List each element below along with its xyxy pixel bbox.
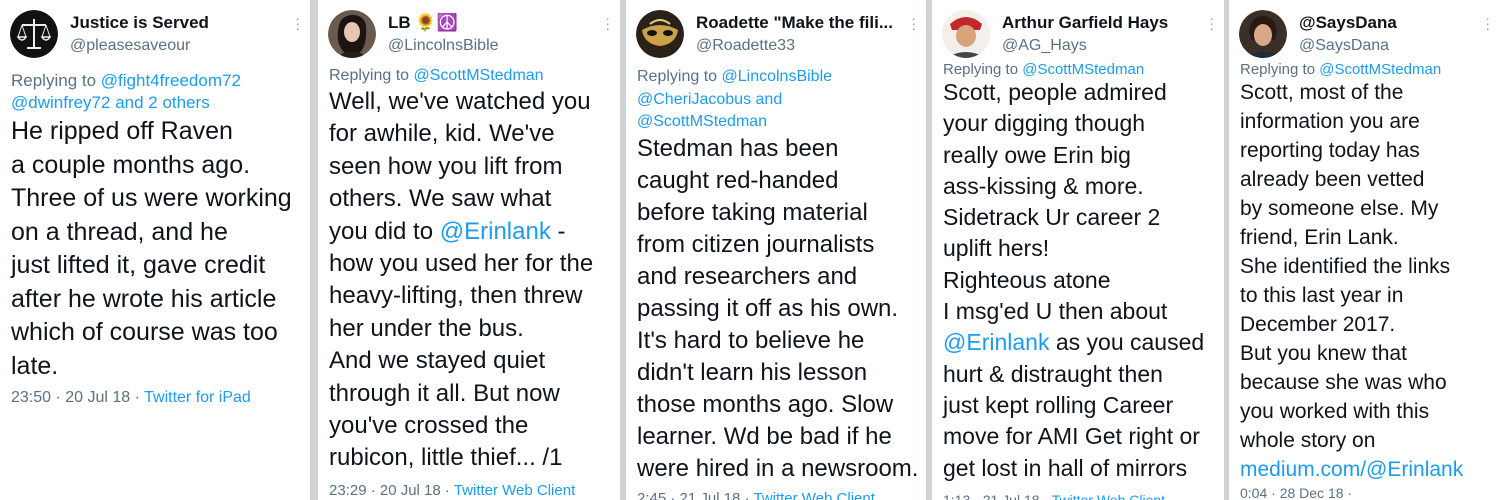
mention-link[interactable]: @Erinlank [943,329,1049,355]
tweet-card-arthur-garfield-hays: Arthur Garfield Hays @AG_Hays · · · Replyi… [932,0,1224,500]
replying-prefix: Replying to [1240,61,1320,78]
tweet-meta: 2:45 · 21 Jul 18 · Twitter Web Client [637,490,920,500]
scales-of-justice-icon [10,10,58,58]
user-handle[interactable]: @AG_Hays [1002,37,1194,55]
profile-photo-icon [328,10,376,58]
source-link[interactable]: Twitter Web Client [1052,492,1165,500]
timestamp[interactable]: 2:45 · 21 Jul 18 · [637,490,753,500]
avatar[interactable] [328,10,376,58]
display-name[interactable]: Roadette "Make the fili... [696,13,896,33]
tweet-text-part: Scott, most of the information you are r… [1240,81,1451,452]
tweet-text: He ripped off Raven a couple months ago.… [11,117,292,380]
tweet-card-roadette: Roadette "Make the fili... @Roadette33 ·… [626,0,926,500]
tweet-meta: 1:13 · 21 Jul 18 · Twitter Web Client [943,492,1218,500]
replying-mentions[interactable]: @ScottMStedman [1319,61,1441,78]
tweet-text: Well, we've watched you for awhile, kid.… [329,86,614,475]
tweet-meta: 23:50 · 20 Jul 18 · Twitter for iPad [11,389,304,407]
avatar[interactable] [942,10,990,58]
source-link[interactable]: Twitter Web Client [753,490,874,500]
more-options-icon[interactable]: · · · [1485,11,1490,35]
replying-prefix: Replying to [943,61,1023,78]
display-name[interactable]: Justice is Served [70,13,280,33]
replying-to: Replying to @fight4freedom72 @dwinfrey72… [11,70,302,114]
timestamp[interactable]: 23:29 · 20 Jul 18 · [329,482,454,499]
tweet-card-justice-is-served: Justice is Served @pleasesaveour · · · Rep… [0,0,310,500]
avatar[interactable] [636,10,684,58]
tweet-text: Scott, most of the information you are r… [1240,78,1494,484]
masquerade-mask-icon [636,10,684,58]
display-name[interactable]: @SaysDana [1299,13,1470,33]
user-handle[interactable]: @Roadette33 [696,37,896,55]
tweet-text: Stedman has been caught red-handed befor… [637,135,919,482]
profile-photo-icon [942,10,990,58]
user-handle[interactable]: @SaysDana [1299,37,1470,55]
user-handle[interactable]: @pleasesaveour [70,37,280,55]
tweet-meta: 23:29 · 20 Jul 18 · Twitter Web Client [329,482,614,499]
tweet-header: Roadette "Make the fili... @Roadette33 ·… [636,10,916,64]
replying-to: Replying to @ScottMStedman [329,66,612,87]
replying-to: Replying to @LincolnsBible @CheriJacobus… [637,66,918,134]
tweet-header: Justice is Served @pleasesaveour · · · [10,10,300,64]
tweet-text-part: Scott, people admired your digging thoug… [943,79,1168,325]
tweet-header: @SaysDana @SaysDana · · · [1239,10,1490,64]
more-options-icon[interactable]: · · · [605,11,610,35]
tweet-meta: 0:04 · 28 Dec 18 · [1240,485,1494,500]
replying-prefix: Replying to [329,67,414,84]
replying-mentions[interactable]: @ScottMStedman [1022,61,1144,78]
mention-link[interactable]: @Erinlank [440,218,551,245]
more-options-icon[interactable]: · · · [911,11,916,35]
timestamp[interactable]: 0:04 · 28 Dec 18 · [1240,485,1352,500]
replying-to: Replying to @ScottMStedman [1240,60,1492,80]
profile-photo-icon [1239,10,1287,58]
url-link[interactable]: medium.com/@Erinlank [1240,458,1463,481]
tweet-header: LB 🌻☮️ @LincolnsBible · · · [328,10,610,64]
display-name[interactable]: Arthur Garfield Hays [1002,13,1194,33]
timestamp[interactable]: 1:13 · 21 Jul 18 · [943,492,1052,500]
tweet-text-part: - how you used her for the heavy-lifting… [329,217,594,472]
more-options-icon[interactable]: · · · [1209,11,1214,35]
tweet-text: Scott, people admired your digging thoug… [943,77,1218,484]
tweet-card-saysdana: @SaysDana @SaysDana · · · Replying to @Sco… [1229,0,1500,500]
source-link[interactable]: Twitter Web Client [454,482,575,499]
replying-prefix: Replying to [637,68,722,85]
tweet-card-lb: LB 🌻☮️ @LincolnsBible · · · Replying to @S… [318,0,620,500]
more-options-icon[interactable]: · · · [295,11,300,35]
avatar[interactable] [10,10,58,58]
tweet-screenshot-strip: Justice is Served @pleasesaveour · · · Rep… [0,0,1500,500]
timestamp[interactable]: 23:50 · 20 Jul 18 · [11,389,144,406]
display-name[interactable]: LB 🌻☮️ [388,13,590,33]
replying-mentions[interactable]: @ScottMStedman [414,67,544,84]
user-handle[interactable]: @LincolnsBible [388,37,590,55]
replying-prefix: Replying to [11,71,101,90]
tweet-header: Arthur Garfield Hays @AG_Hays · · · [942,10,1214,64]
avatar[interactable] [1239,10,1287,58]
source-link[interactable]: Twitter for iPad [144,389,251,406]
